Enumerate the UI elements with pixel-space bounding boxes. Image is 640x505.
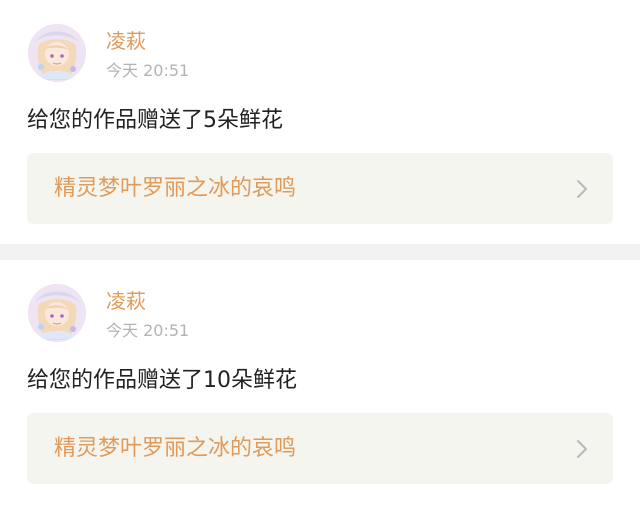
work-title: 精灵梦叶罗丽之冰的哀鸣 xyxy=(54,436,297,461)
notification-time: 今天 20:51 xyxy=(106,61,190,80)
work-link-card[interactable]: 精灵梦叶罗丽之冰的哀鸣 xyxy=(27,413,613,484)
username[interactable]: 凌萩 xyxy=(106,29,146,53)
avatar[interactable] xyxy=(28,24,86,82)
avatar[interactable] xyxy=(28,284,86,342)
notification-item: 凌萩 今天 20:51 给您的作品赠送了5朵鲜花 精灵梦叶罗丽之冰的哀鸣 xyxy=(0,0,640,244)
chevron-right-icon xyxy=(577,440,587,458)
section-divider xyxy=(0,244,640,260)
notification-message: 给您的作品赠送了5朵鲜花 xyxy=(27,108,283,133)
username[interactable]: 凌萩 xyxy=(106,289,146,313)
anime-girl-avatar-icon xyxy=(28,24,86,82)
anime-girl-avatar-icon xyxy=(28,284,86,342)
notification-message: 给您的作品赠送了10朵鲜花 xyxy=(27,368,297,393)
work-link-card[interactable]: 精灵梦叶罗丽之冰的哀鸣 xyxy=(27,153,613,224)
notification-item: 凌萩 今天 20:51 给您的作品赠送了10朵鲜花 精灵梦叶罗丽之冰的哀鸣 xyxy=(0,260,640,505)
work-title: 精灵梦叶罗丽之冰的哀鸣 xyxy=(54,176,297,201)
notification-time: 今天 20:51 xyxy=(106,321,190,340)
chevron-right-icon xyxy=(577,180,587,198)
